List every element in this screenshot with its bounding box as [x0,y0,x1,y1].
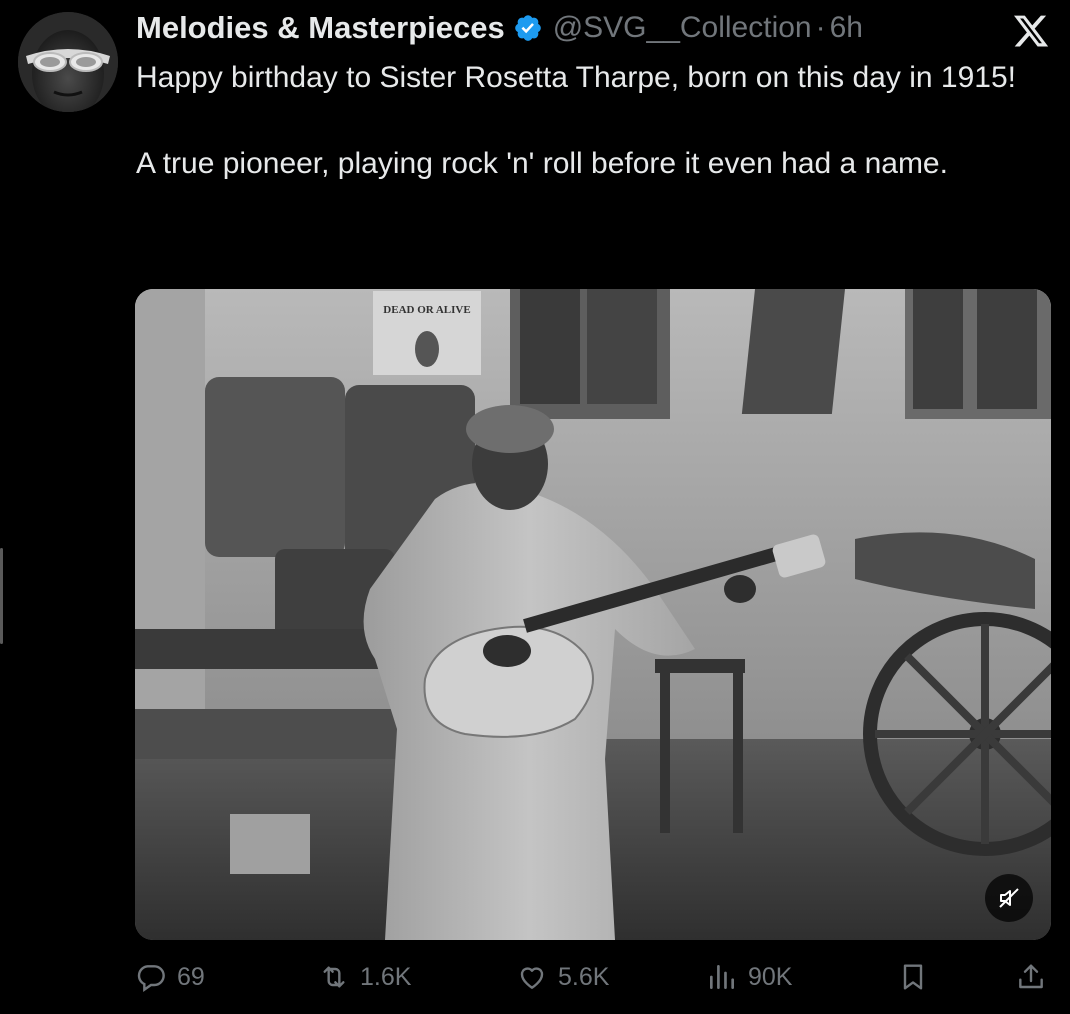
bookmark-button[interactable] [897,955,929,999]
views-button[interactable]: 90K [706,955,792,999]
tweet-paragraph: A true pioneer, playing rock 'n' roll be… [136,147,948,180]
repost-button[interactable]: 1.6K [318,955,411,999]
repost-icon [323,966,345,988]
user-handle[interactable]: @SVG__Collection [553,11,812,45]
x-logo-icon[interactable] [1012,12,1050,50]
repost-count: 1.6K [360,962,412,991]
avatar[interactable] [18,12,118,112]
tweet-text: Happy birthday to Sister Rosetta Tharpe,… [136,56,1051,185]
share-button[interactable] [1015,955,1047,999]
reply-button[interactable]: 69 [135,955,205,999]
display-name[interactable]: Melodies & Masterpieces [136,10,505,46]
views-chart-icon [710,965,734,989]
poster-text: DEAD OR ALIVE [383,304,470,316]
heart-icon [520,967,544,989]
bookmark-icon [903,964,923,990]
avatar-image [18,12,118,112]
tweet-paragraph: Happy birthday to Sister Rosetta Tharpe,… [136,61,1016,94]
muted-speaker-icon [999,888,1019,908]
tweet-actions: 69 1.6K 5.6K 90K [135,955,1051,999]
tweet-header: Melodies & Masterpieces @SVG__Collection… [136,8,863,48]
timestamp[interactable]: 6h [830,11,863,45]
video-frame: DEAD OR ALIVE [135,289,1051,940]
like-count: 5.6K [558,962,610,991]
reply-count: 69 [177,962,205,991]
share-icon [1019,964,1043,989]
mute-toggle-button[interactable] [985,874,1033,922]
comment-icon [137,965,165,992]
scroll-indicator[interactable] [0,548,3,644]
header-separator: · [815,11,826,44]
video-media[interactable]: DEAD OR ALIVE [135,289,1051,940]
like-button[interactable]: 5.6K [516,955,609,999]
view-count: 90K [748,962,793,991]
verified-badge-icon [514,15,541,41]
